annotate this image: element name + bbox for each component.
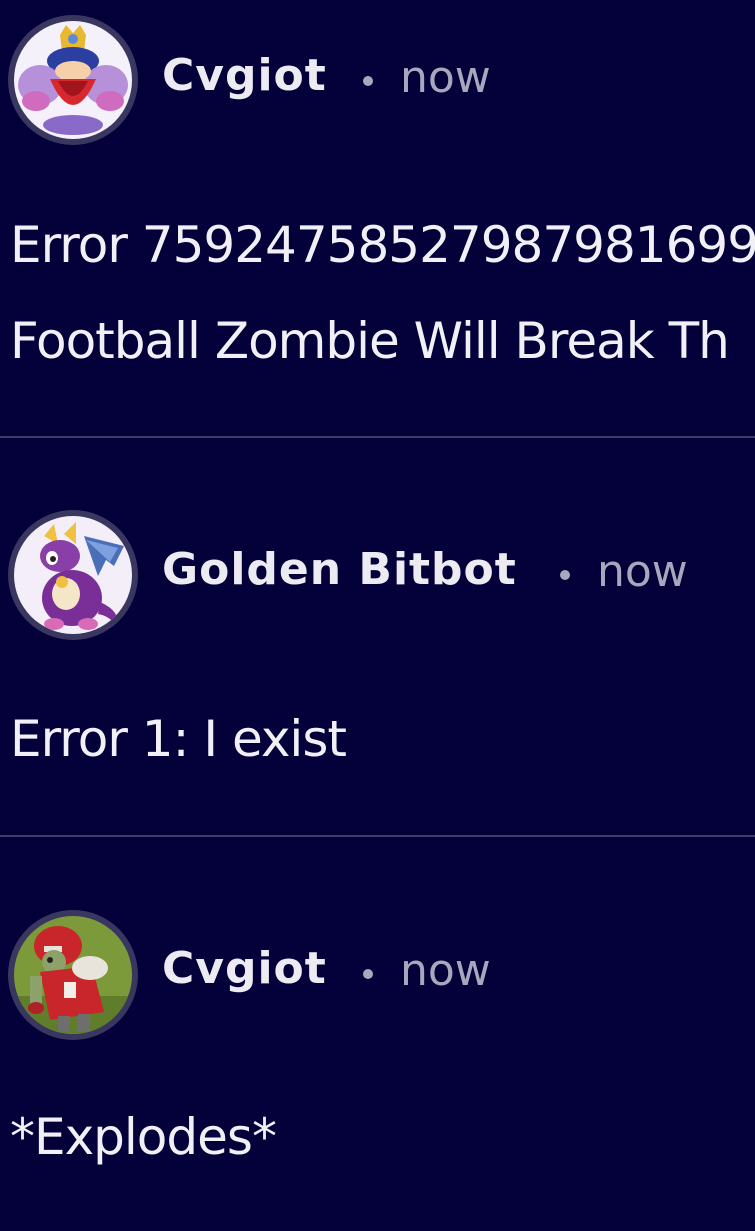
timestamp: now: [400, 945, 491, 996]
football-zombie-avatar-icon: [14, 916, 132, 1034]
separator-dot: [363, 969, 373, 979]
avatar[interactable]: [8, 910, 138, 1040]
username[interactable]: Cvgiot: [162, 943, 327, 994]
comment-text-line: *Explodes*: [10, 1108, 277, 1166]
comment-item: Cvgiot now *Explodes*: [0, 0, 755, 1231]
